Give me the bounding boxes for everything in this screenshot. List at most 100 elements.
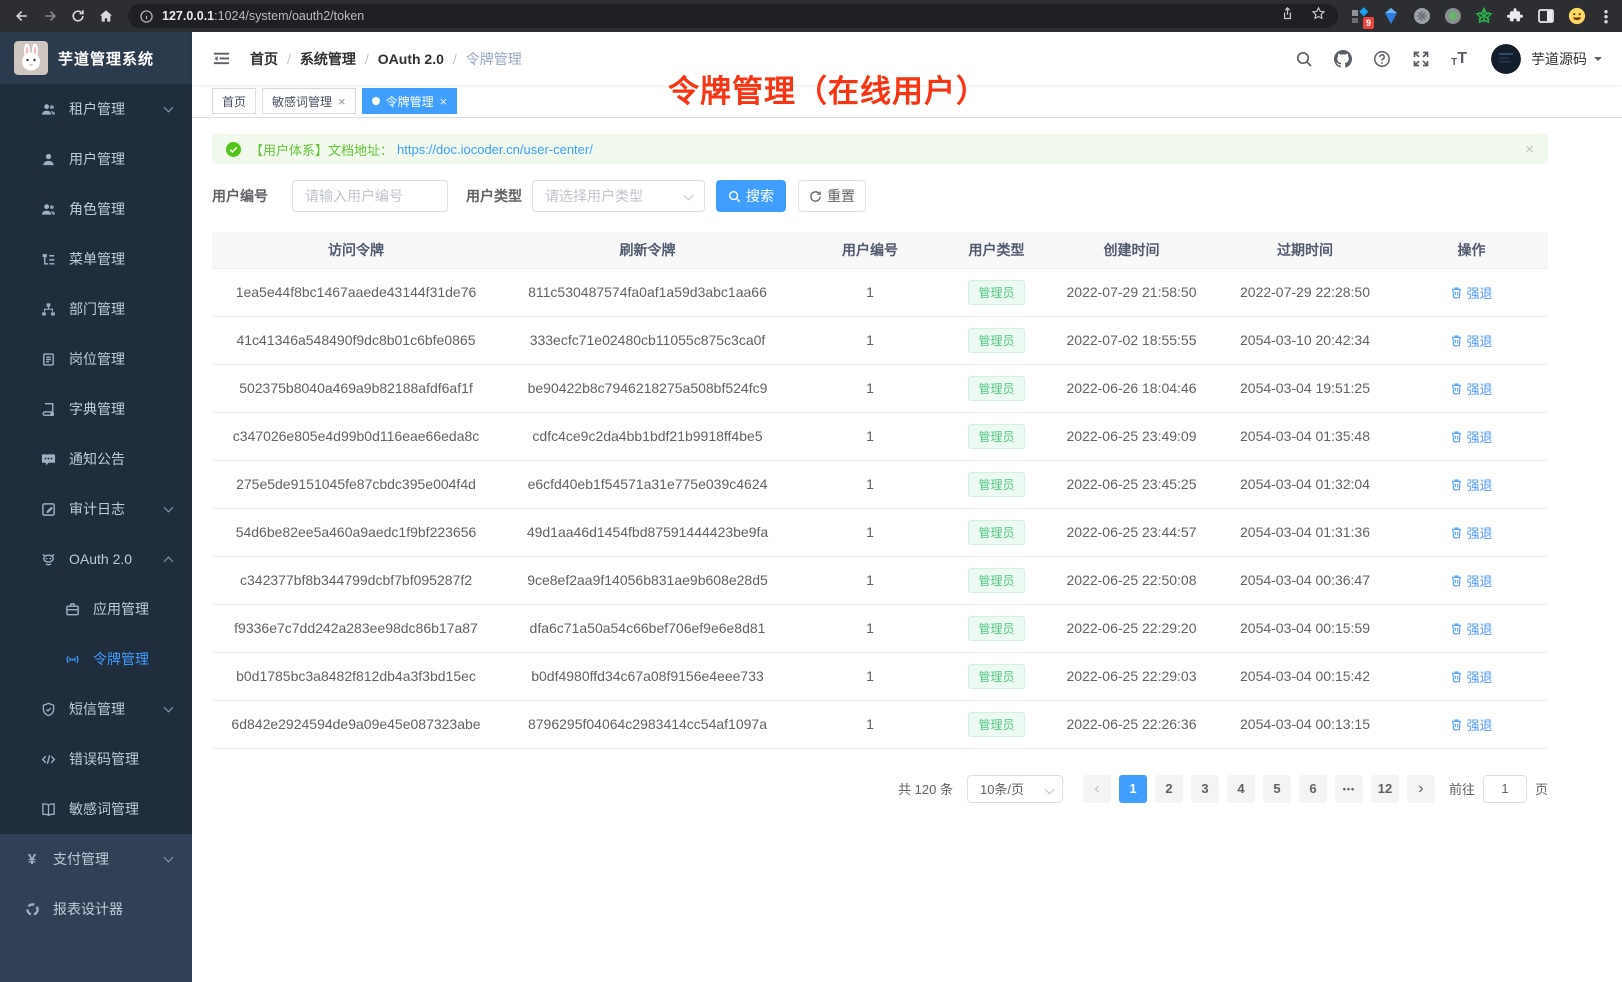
doc-link[interactable]: https://doc.iocoder.cn/user-center/ [397, 142, 593, 157]
reload-icon[interactable] [66, 4, 90, 28]
force-logout-button[interactable]: 强退 [1450, 667, 1492, 686]
sidebar-item-user[interactable]: 用户管理 [0, 134, 192, 184]
sidebar-fold-icon[interactable] [212, 49, 232, 69]
sidebar-item-sms[interactable]: 短信管理 [0, 684, 192, 734]
pager-ellipsis[interactable]: ••• [1335, 775, 1363, 803]
back-icon[interactable] [10, 4, 34, 28]
next-page-button[interactable]: › [1407, 775, 1435, 803]
page-button[interactable]: 6 [1299, 775, 1327, 803]
github-icon[interactable] [1334, 50, 1352, 68]
expire-time-cell: 2054-03-04 19:51:25 [1215, 364, 1395, 412]
grid-diamond-extension-icon[interactable]: 9 [1350, 6, 1370, 26]
sidebar-item-menu[interactable]: 菜单管理 [0, 234, 192, 284]
font-size-icon[interactable]: TT [1451, 50, 1467, 68]
chevron-down-icon[interactable] [1594, 57, 1602, 65]
breadcrumb-item[interactable]: 系统管理 [300, 49, 356, 69]
sidebar: 芋道管理系统 租户管理用户管理角色管理菜单管理部门管理岗位管理字典管理通知公告审… [0, 32, 192, 982]
force-logout-button[interactable]: 强退 [1450, 571, 1492, 590]
sidebar-item-pay[interactable]: ¥支付管理 [0, 834, 192, 884]
user-type-select[interactable]: 请选择用户类型 [532, 180, 705, 212]
force-logout-button[interactable]: 强退 [1450, 475, 1492, 494]
sidebar-item-post[interactable]: 岗位管理 [0, 334, 192, 384]
refresh-icon [809, 190, 822, 203]
column-header: 过期时间 [1215, 232, 1395, 268]
help-icon[interactable] [1373, 50, 1391, 68]
sidebar-item-report-designer[interactable]: 报表设计器 [0, 884, 192, 934]
token-table: 访问令牌刷新令牌用户编号用户类型创建时间过期时间操作 1ea5e44f8bc14… [212, 232, 1548, 749]
sidebar-item-tenant[interactable]: 租户管理 [0, 84, 192, 134]
sidebar-item-role[interactable]: 角色管理 [0, 184, 192, 234]
sidebar-item-audit-log[interactable]: 审计日志 [0, 484, 192, 534]
refresh-token-cell: e6cfd40eb1f54571a31e775e039c4624 [500, 460, 795, 508]
blue-diamond-icon[interactable] [1381, 6, 1401, 26]
sidebar-item-sensitive-word[interactable]: 敏感词管理 [0, 784, 192, 834]
page-button[interactable]: 12 [1371, 775, 1399, 803]
breadcrumb-item[interactable]: OAuth 2.0 [378, 51, 444, 67]
force-logout-button[interactable]: 强退 [1450, 379, 1492, 398]
access-token-cell: 54d6be82ee5a460a9aedc1f9bf223656 [212, 508, 500, 556]
side-panel-icon[interactable] [1536, 6, 1556, 26]
forward-icon[interactable] [38, 4, 62, 28]
force-logout-button[interactable]: 强退 [1450, 331, 1492, 350]
sidebar-item-error-code[interactable]: 错误码管理 [0, 734, 192, 784]
page-button[interactable]: 1 [1119, 775, 1147, 803]
dict-icon [40, 401, 56, 417]
sidebar-item-label: 岗位管理 [69, 349, 125, 369]
force-logout-button[interactable]: 强退 [1450, 427, 1492, 446]
user-id-input[interactable] [292, 180, 448, 212]
page-content: 【用户体系】文档地址： https://doc.iocoder.cn/user-… [192, 118, 1622, 803]
alert-close-icon[interactable]: × [1525, 141, 1534, 158]
user-avatar[interactable] [1491, 44, 1521, 74]
browser-menu-icon[interactable]: ••• [1598, 9, 1614, 24]
sidebar-item-dict[interactable]: 字典管理 [0, 384, 192, 434]
force-logout-button[interactable]: 强退 [1450, 523, 1492, 542]
reset-button[interactable]: 重置 [798, 180, 866, 212]
table-row: f9336e7c7dd242a283ee98dc86b17a87dfa6c71a… [212, 604, 1548, 652]
green-star-icon[interactable] [1474, 6, 1494, 26]
green-dot-icon[interactable] [1443, 6, 1463, 26]
sidebar-item-oauth2[interactable]: OAuth 2.0 [0, 534, 192, 584]
bookmark-star-icon[interactable] [1311, 6, 1326, 26]
access-token-cell: f9336e7c7dd242a283ee98dc86b17a87 [212, 604, 500, 652]
page-button[interactable]: 3 [1191, 775, 1219, 803]
url-text: 127.0.0.1:1024/system/oauth2/token [162, 9, 364, 23]
page-size-select[interactable]: 10条/页 [967, 775, 1063, 803]
sidebar-item-notice[interactable]: 通知公告 [0, 434, 192, 484]
url-bar[interactable]: 127.0.0.1:1024/system/oauth2/token [128, 4, 1338, 28]
page-button[interactable]: 5 [1263, 775, 1291, 803]
tab-home[interactable]: 首页 [212, 88, 256, 114]
sidebar-item-dept[interactable]: 部门管理 [0, 284, 192, 334]
fullscreen-icon[interactable] [1412, 50, 1430, 68]
share-icon[interactable] [1280, 6, 1295, 26]
user-type-cell: 管理员 [945, 700, 1048, 748]
breadcrumb-item[interactable]: 首页 [250, 49, 278, 69]
page-button[interactable]: 4 [1227, 775, 1255, 803]
username[interactable]: 芋道源码 [1531, 49, 1587, 69]
page-info-icon[interactable] [140, 10, 153, 23]
user-type-cell: 管理员 [945, 316, 1048, 364]
table-row: 54d6be82ee5a460a9aedc1f9bf22365649d1aa46… [212, 508, 1548, 556]
force-logout-button[interactable]: 强退 [1450, 619, 1492, 638]
expire-time-cell: 2054-03-04 01:32:04 [1215, 460, 1395, 508]
gray-circle-icon[interactable] [1412, 6, 1432, 26]
table-row: 6d842e2924594de9a09e45e087323abe8796295f… [212, 700, 1548, 748]
page-button[interactable]: 2 [1155, 775, 1183, 803]
breadcrumb-separator: / [287, 51, 291, 67]
sidebar-item-oauth2-app[interactable]: 应用管理 [0, 584, 192, 634]
app-logo-row[interactable]: 芋道管理系统 [0, 32, 192, 84]
tab-close-icon[interactable]: × [440, 95, 448, 108]
home-icon[interactable] [94, 4, 118, 28]
force-logout-button[interactable]: 强退 [1450, 715, 1492, 734]
force-logout-button[interactable]: 强退 [1450, 283, 1492, 302]
tab-close-icon[interactable]: × [338, 95, 346, 108]
tab-token[interactable]: 令牌管理× [362, 88, 458, 114]
puzzle-extensions-icon[interactable] [1505, 6, 1525, 26]
search-button[interactable]: 搜索 [716, 180, 786, 212]
search-icon[interactable] [1295, 50, 1313, 68]
sidebar-item-oauth2-token[interactable]: 令牌管理 [0, 634, 192, 684]
goto-page-input[interactable] [1483, 775, 1527, 803]
emoji-avatar-icon[interactable] [1567, 6, 1587, 26]
prev-page-button[interactable]: ‹ [1083, 775, 1111, 803]
tab-sensitive-word[interactable]: 敏感词管理× [262, 88, 356, 114]
refresh-token-cell: 49d1aa46d1454fbd87591444423be9fa [500, 508, 795, 556]
